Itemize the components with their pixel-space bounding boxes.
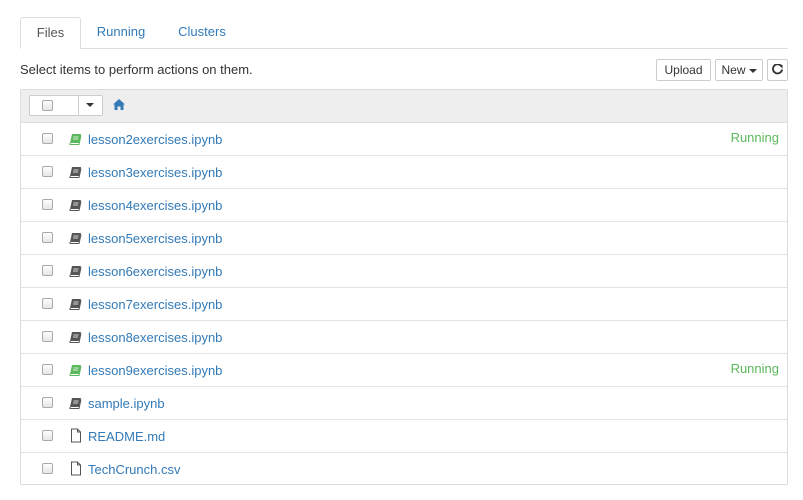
file-link[interactable]: lesson9exercises.ipynb — [88, 363, 222, 378]
tab-running[interactable]: Running — [86, 17, 156, 47]
list-item[interactable]: lesson4exercises.ipynb — [21, 189, 787, 222]
select-all-dropdown[interactable] — [29, 95, 103, 116]
chevron-down-icon — [748, 68, 757, 73]
item-checkbox[interactable] — [42, 166, 53, 177]
item-checkbox[interactable] — [42, 463, 53, 474]
file-link[interactable]: lesson3exercises.ipynb — [88, 165, 222, 180]
file-link[interactable]: lesson8exercises.ipynb — [88, 330, 222, 345]
chevron-down-icon[interactable] — [86, 103, 94, 107]
item-checkbox[interactable] — [42, 430, 53, 441]
instruction-text: Select items to perform actions on them. — [20, 62, 253, 77]
item-checkbox[interactable] — [42, 397, 53, 408]
file-link[interactable]: lesson6exercises.ipynb — [88, 264, 222, 279]
file-link[interactable]: README.md — [88, 429, 165, 444]
list-item[interactable]: TechCrunch.csv — [21, 453, 787, 486]
notebook-icon — [69, 266, 82, 277]
item-checkbox[interactable] — [42, 232, 53, 243]
list-item[interactable]: lesson6exercises.ipynb — [21, 255, 787, 288]
file-list: lesson2exercises.ipynb Running lesson3exer… — [20, 89, 788, 485]
file-link[interactable]: lesson5exercises.ipynb — [88, 231, 222, 246]
file-link[interactable]: sample.ipynb — [88, 396, 165, 411]
notebook-icon — [69, 332, 82, 343]
notebook-icon — [69, 233, 82, 244]
list-item[interactable]: lesson3exercises.ipynb — [21, 156, 787, 189]
item-checkbox[interactable] — [42, 199, 53, 210]
select-all-checkbox[interactable] — [42, 100, 53, 111]
divider — [78, 95, 79, 116]
tab-files[interactable]: Files — [20, 17, 81, 49]
tab-clusters[interactable]: Clusters — [166, 17, 238, 47]
home-icon[interactable] — [113, 99, 125, 110]
item-checkbox[interactable] — [42, 133, 53, 144]
list-item[interactable]: sample.ipynb — [21, 387, 787, 420]
refresh-button[interactable] — [767, 59, 788, 81]
notebook-icon — [69, 365, 82, 376]
file-link[interactable]: lesson2exercises.ipynb — [88, 132, 222, 147]
list-item[interactable]: lesson8exercises.ipynb — [21, 321, 787, 354]
list-header — [21, 90, 787, 123]
file-link[interactable]: TechCrunch.csv — [88, 462, 180, 477]
running-status: Running — [730, 130, 779, 145]
file-link[interactable]: lesson4exercises.ipynb — [88, 198, 222, 213]
running-status: Running — [730, 361, 779, 376]
upload-button[interactable]: Upload — [656, 59, 711, 81]
tab-bar: Files Running Clusters — [20, 17, 788, 49]
new-button-label: New — [721, 63, 746, 77]
list-item[interactable]: lesson9exercises.ipynb Running — [21, 354, 787, 387]
item-checkbox[interactable] — [42, 331, 53, 342]
list-item[interactable]: lesson2exercises.ipynb Running — [21, 123, 787, 156]
file-icon — [71, 428, 81, 443]
notebook-icon — [69, 299, 82, 310]
new-button[interactable]: New — [715, 59, 763, 81]
notebook-icon — [69, 167, 82, 178]
refresh-icon — [772, 63, 783, 75]
item-checkbox[interactable] — [42, 298, 53, 309]
notebook-icon — [69, 200, 82, 211]
file-link[interactable]: lesson7exercises.ipynb — [88, 297, 222, 312]
notebook-icon — [69, 134, 82, 145]
notebook-icon — [69, 398, 82, 409]
list-item[interactable]: lesson7exercises.ipynb — [21, 288, 787, 321]
list-item[interactable]: README.md — [21, 420, 787, 453]
file-icon — [71, 461, 81, 476]
item-checkbox[interactable] — [42, 265, 53, 276]
list-item[interactable]: lesson5exercises.ipynb — [21, 222, 787, 255]
item-checkbox[interactable] — [42, 364, 53, 375]
